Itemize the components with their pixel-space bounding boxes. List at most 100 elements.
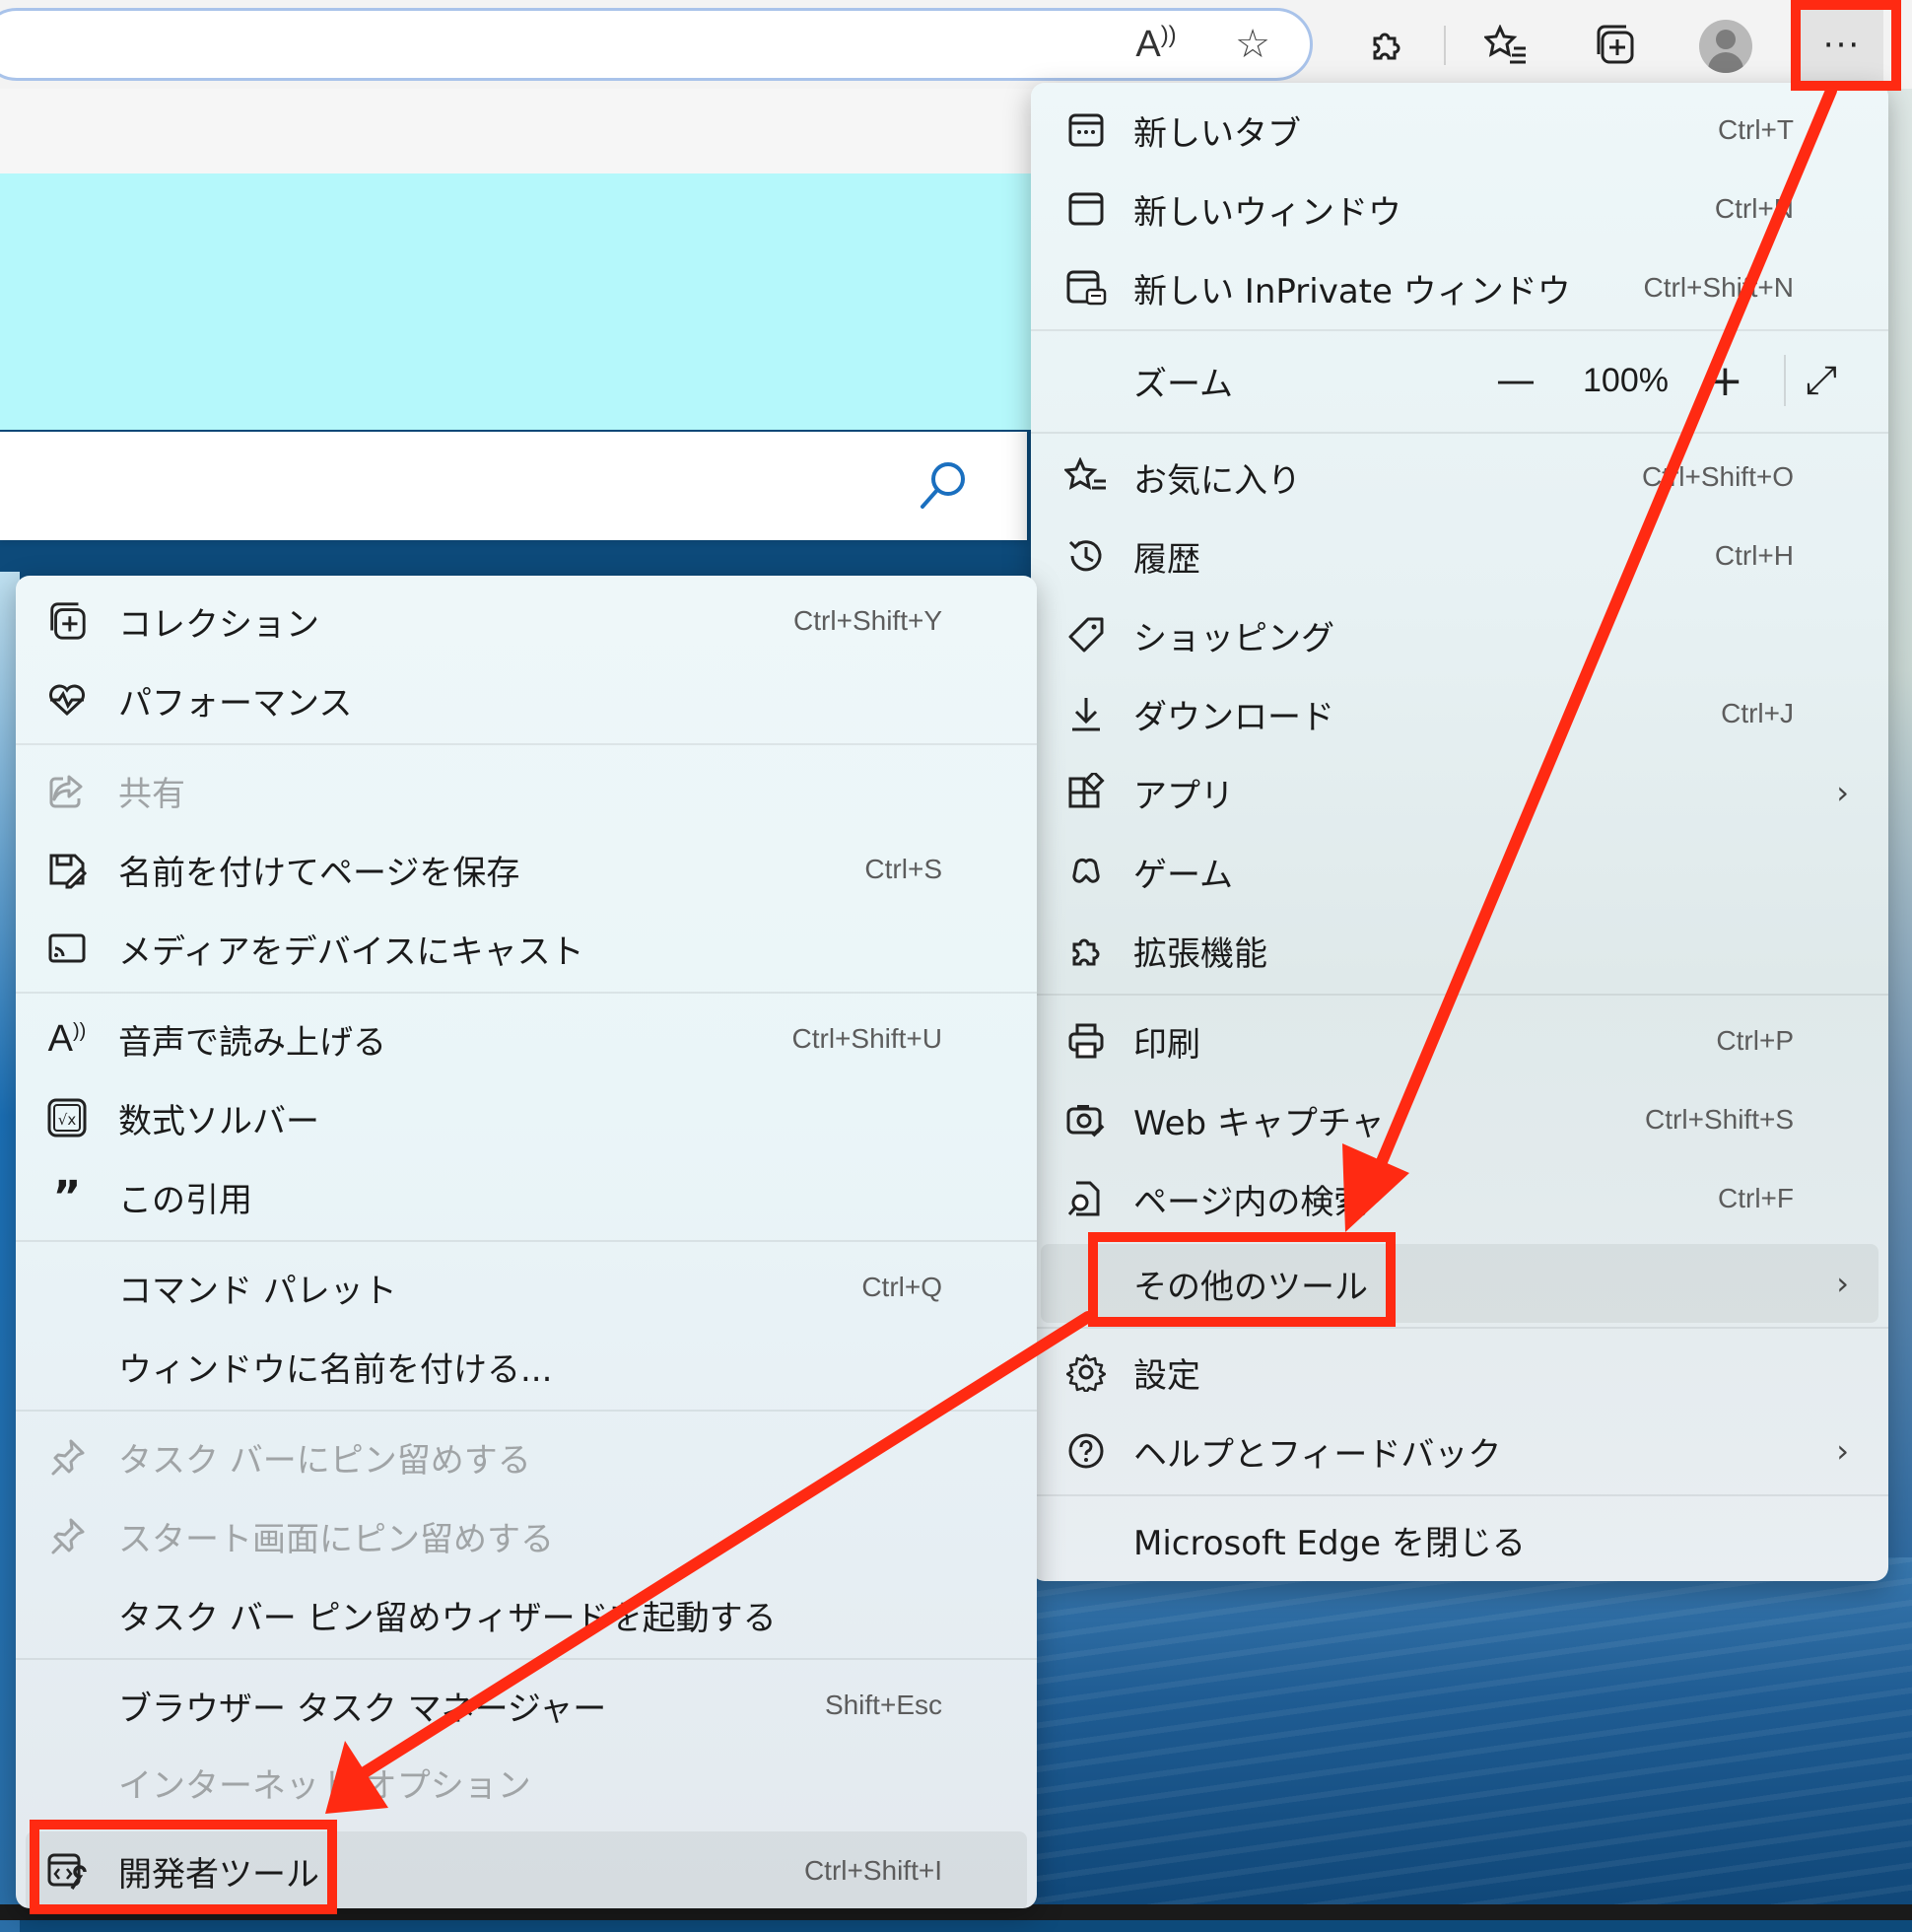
submenu-item-math-solver[interactable]: √x 数式ソルバー	[16, 1078, 1037, 1157]
menu-item-shortcut: Ctrl+Shift+S	[1645, 1104, 1794, 1135]
menu-item-label: この引用	[118, 1180, 252, 1220]
menu-item-label: Web キャプチャ	[1133, 1103, 1385, 1143]
menu-item-extensions[interactable]: 拡張機能	[1031, 911, 1888, 990]
menu-item-shortcut: Ctrl+Shift+O	[1641, 461, 1794, 492]
submenu-item-task-manager[interactable]: ブラウザー タスク マネージャー Shift+Esc	[16, 1666, 1037, 1745]
settings-and-more-menu: 新しいタブ Ctrl+T 新しいウィンドウ Ctrl+N 新しい InPriva…	[1031, 83, 1888, 1581]
menu-item-label: ショッピング	[1133, 618, 1334, 658]
address-bar[interactable]	[0, 8, 1313, 81]
menu-separator	[16, 743, 1037, 745]
menu-item-label: 履歴	[1133, 539, 1200, 580]
menu-item-shortcut: Ctrl+Shift+I	[803, 1855, 942, 1886]
chevron-right-icon: ›	[1836, 1265, 1849, 1302]
fullscreen-icon[interactable]: ⤢	[1806, 358, 1837, 403]
menu-item-settings[interactable]: 設定	[1031, 1333, 1888, 1412]
page-banner	[0, 173, 1045, 430]
menu-item-help-feedback[interactable]: ヘルプとフィードバック ›	[1031, 1412, 1888, 1490]
submenu-item-name-window[interactable]: ウィンドウに名前を付ける...	[16, 1327, 1037, 1406]
submenu-item-save-page[interactable]: 名前を付けてページを保存 Ctrl+S	[16, 830, 1037, 909]
submenu-item-cite-this[interactable]: ” この引用	[16, 1157, 1037, 1236]
menu-item-find-in-page[interactable]: ページ内の検索 Ctrl+F	[1031, 1159, 1888, 1238]
menu-item-label: ブラウザー タスク マネージャー	[118, 1689, 607, 1729]
submenu-item-pin-wizard[interactable]: タスク バー ピン留めウィザードを起動する	[16, 1575, 1037, 1654]
read-aloud-icon[interactable]: A))	[1131, 20, 1181, 69]
submenu-item-internet-options[interactable]: インターネット オプション	[16, 1743, 1037, 1822]
menu-item-shortcut: Ctrl+H	[1714, 540, 1794, 571]
menu-item-label: 数式ソルバー	[118, 1101, 319, 1141]
menu-item-history[interactable]: 履歴 Ctrl+H	[1031, 517, 1888, 595]
favorites-bar-area	[0, 89, 1045, 174]
submenu-item-command-palette[interactable]: コマンド パレット Ctrl+Q	[16, 1248, 1037, 1327]
collections-icon	[43, 597, 91, 645]
favorites-list-icon[interactable]	[1481, 20, 1531, 69]
find-in-page-icon	[1062, 1175, 1110, 1222]
menu-item-new-tab[interactable]: 新しいタブ Ctrl+T	[1031, 91, 1888, 170]
submenu-item-read-aloud[interactable]: A)) 音声で読み上げる Ctrl+Shift+U	[16, 1000, 1037, 1078]
menu-separator	[1031, 329, 1888, 331]
profile-avatar[interactable]	[1699, 20, 1752, 73]
submenu-item-cast-media[interactable]: メディアをデバイスにキャスト	[16, 909, 1037, 988]
download-icon	[1062, 690, 1110, 737]
menu-separator	[1031, 1327, 1888, 1329]
save-page-icon	[43, 846, 91, 893]
menu-item-favorites[interactable]: お気に入り Ctrl+Shift+O	[1031, 438, 1888, 517]
menu-item-shortcut: Shift+Esc	[824, 1690, 942, 1720]
submenu-item-share[interactable]: 共有	[16, 751, 1037, 830]
menu-separator	[16, 992, 1037, 994]
settings-gear-icon	[1062, 1348, 1110, 1396]
menu-item-label: スタート画面にピン留めする	[118, 1519, 554, 1559]
toolbar-divider	[1444, 26, 1446, 65]
add-favorite-star-icon[interactable]: ☆	[1228, 20, 1277, 69]
zoom-in-button[interactable]: +	[1707, 356, 1743, 406]
menu-item-shortcut: Ctrl+Q	[861, 1272, 942, 1302]
menu-item-shortcut: Ctrl+F	[1718, 1183, 1794, 1213]
menu-separator	[16, 1658, 1037, 1660]
menu-item-label: ゲーム	[1133, 855, 1233, 895]
menu-item-label: ウィンドウに名前を付ける...	[118, 1349, 553, 1390]
submenu-item-collections[interactable]: コレクション Ctrl+Shift+Y	[16, 582, 1037, 660]
extensions-puzzle-icon[interactable]	[1362, 20, 1411, 69]
share-icon	[43, 767, 91, 814]
menu-item-apps[interactable]: アプリ ›	[1031, 753, 1888, 832]
search-icon[interactable]	[915, 455, 974, 515]
menu-item-label: アプリ	[1133, 776, 1234, 816]
menu-item-shortcut: Ctrl+T	[1718, 114, 1794, 145]
menu-item-label: 印刷	[1133, 1024, 1200, 1065]
web-capture-icon	[1062, 1096, 1110, 1143]
desktop-wallpaper-edge	[1886, 79, 1912, 1557]
menu-item-label: Microsoft Edge を閉じる	[1133, 1523, 1526, 1563]
zoom-out-button[interactable]: —	[1496, 358, 1536, 403]
new-window-icon	[1062, 185, 1110, 233]
submenu-item-performance[interactable]: パフォーマンス	[16, 660, 1037, 739]
menu-item-label: メディアをデバイスにキャスト	[118, 932, 584, 972]
menu-item-new-window[interactable]: 新しいウィンドウ Ctrl+N	[1031, 170, 1888, 248]
menu-item-label: 設定	[1133, 1355, 1200, 1396]
submenu-item-pin-start[interactable]: スタート画面にピン留めする	[16, 1496, 1037, 1575]
collections-icon[interactable]	[1590, 20, 1639, 69]
apps-icon	[1062, 769, 1110, 816]
menu-item-shortcut: Ctrl+S	[864, 854, 942, 884]
menu-item-downloads[interactable]: ダウンロード Ctrl+J	[1031, 674, 1888, 753]
menu-item-close-edge[interactable]: Microsoft Edge を閉じる	[1031, 1500, 1888, 1579]
menu-item-label: タスク バー ピン留めウィザードを起動する	[118, 1598, 777, 1638]
zoom-level: 100%	[1583, 361, 1669, 399]
read-aloud-icon: A))	[47, 1017, 87, 1060]
menu-item-zoom: ズーム — 100% + ⤢	[1031, 341, 1888, 420]
svg-text:√x: √x	[58, 1111, 77, 1129]
menu-item-games[interactable]: ゲーム	[1031, 832, 1888, 911]
browser-toolbar: A)) ☆ ···	[0, 0, 1912, 89]
menu-item-label: コレクション	[118, 604, 319, 645]
menu-item-print[interactable]: 印刷 Ctrl+P	[1031, 1001, 1888, 1080]
submenu-item-pin-taskbar[interactable]: タスク バーにピン留めする	[16, 1417, 1037, 1496]
menu-item-shopping[interactable]: ショッピング	[1031, 595, 1888, 674]
menu-separator	[1031, 432, 1888, 434]
menu-item-label: コマンド パレット	[118, 1271, 397, 1311]
menu-item-web-capture[interactable]: Web キャプチャ Ctrl+Shift+S	[1031, 1080, 1888, 1159]
menu-item-label: 新しいタブ	[1133, 113, 1301, 154]
cast-icon	[43, 925, 91, 972]
menu-item-new-inprivate-window[interactable]: 新しい InPrivate ウィンドウ Ctrl+Shift+N	[1031, 248, 1888, 327]
page-search-box[interactable]	[0, 432, 1027, 540]
print-icon	[1062, 1017, 1110, 1065]
menu-item-shortcut: Ctrl+P	[1716, 1025, 1794, 1056]
menu-item-label: 名前を付けてページを保存	[118, 853, 520, 893]
